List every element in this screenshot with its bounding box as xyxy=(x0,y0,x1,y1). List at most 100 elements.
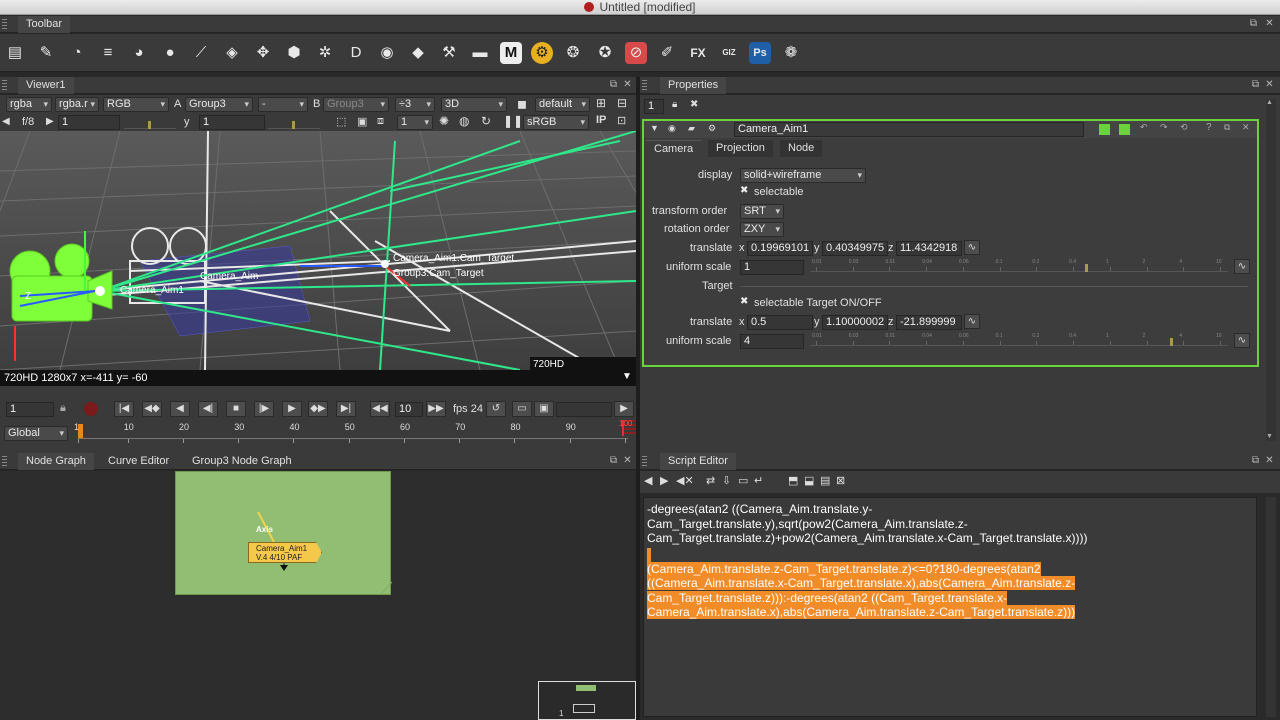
range-input[interactable] xyxy=(556,402,612,417)
gear-icon[interactable]: ❁ xyxy=(780,42,802,64)
selectable-checkbox[interactable]: ✖ xyxy=(740,185,748,196)
next-frame-button[interactable]: ▶ xyxy=(282,401,302,417)
prev-script-icon[interactable]: ◀ xyxy=(644,474,652,487)
help-icon[interactable]: ? xyxy=(1206,122,1212,133)
3d-icon[interactable]: ⬢ xyxy=(283,42,305,64)
camera-aim-node[interactable]: Camera_Aim1 V.4 4/10 PAF xyxy=(248,542,322,563)
float-panel-icon[interactable]: ⧉ xyxy=(1224,122,1230,133)
save-script-icon[interactable]: ▭ xyxy=(738,474,748,487)
record-icon[interactable] xyxy=(84,402,98,416)
info-toggle-icon[interactable]: ▼ xyxy=(622,371,632,382)
channels-select[interactable]: rgba xyxy=(6,97,52,112)
node-name-input[interactable]: Camera_Aim1 xyxy=(734,122,1084,137)
scroll-down-icon[interactable]: ▼ xyxy=(1266,433,1276,441)
viewer-range-button[interactable]: ▣ xyxy=(534,401,554,417)
wipe-icon[interactable]: ⊡ xyxy=(617,114,633,127)
roi-icon[interactable]: ⬚ xyxy=(336,115,350,128)
disable-icon[interactable]: ⊘ xyxy=(625,42,647,64)
tab-curve-editor[interactable]: Curve Editor xyxy=(100,453,177,470)
brush-icon[interactable]: ✐ xyxy=(656,42,678,64)
clip-icon[interactable]: ▣ xyxy=(357,115,371,128)
color-icon[interactable]: ◕ xyxy=(128,42,150,64)
fstop-next-icon[interactable]: ▶ xyxy=(46,116,56,127)
play-forward-button[interactable]: |▶ xyxy=(254,401,274,417)
clear-properties-icon[interactable]: ✖ xyxy=(690,99,698,110)
translate-y-input[interactable]: 0.40349975 xyxy=(822,241,888,256)
source-script-icon[interactable]: ⇄ xyxy=(706,474,715,487)
next-button[interactable]: ▶ xyxy=(614,401,634,417)
skip-back-button[interactable]: ◀◀ xyxy=(370,401,390,417)
particles-icon[interactable]: ✲ xyxy=(314,42,336,64)
run-script-icon[interactable]: ↵ xyxy=(754,474,763,487)
next-script-icon[interactable]: ▶ xyxy=(660,474,668,487)
tab-projection[interactable]: Projection xyxy=(708,140,773,157)
loop-button[interactable]: ↺ xyxy=(486,401,506,417)
target-y-input[interactable]: 1.10000002 xyxy=(822,315,888,330)
giz-icon[interactable]: GIZ xyxy=(718,42,740,64)
increment-input[interactable]: 10 xyxy=(395,402,423,417)
pane-grip[interactable] xyxy=(2,80,7,91)
merge-icon[interactable]: ◈ xyxy=(221,42,243,64)
transform-order-select[interactable]: SRT xyxy=(740,204,784,219)
target-z-input[interactable]: -21.899999 xyxy=(896,315,962,330)
range-mode-select[interactable]: Global xyxy=(4,426,68,441)
target-scale-slider[interactable]: 0.01 0.03 0.01 0.04 0.06 0.1 0.2 0.4 1 2 4 10 xyxy=(810,332,1228,346)
uniform-scale-input[interactable]: 1 xyxy=(740,260,804,275)
node-graph-minimap[interactable]: 1 xyxy=(538,681,636,720)
node-color-left-swatch[interactable] xyxy=(1099,124,1110,135)
image-icon[interactable]: ▤ xyxy=(4,42,26,64)
close-panel-icon[interactable]: ✕ xyxy=(1242,122,1250,133)
backdrop-node[interactable]: Axis Camera_Aim1 V.4 4/10 PAF xyxy=(175,471,392,595)
properties-scrollbar[interactable]: ▲ ▼ xyxy=(1266,99,1276,441)
frame-count-select[interactable]: 1 xyxy=(397,115,433,130)
ps-icon[interactable]: Ps xyxy=(749,42,771,64)
uniform-scale-slider[interactable]: 0.01 0.03 0.01 0.04 0.06 0.1 0.2 0.4 1 2 4 10 xyxy=(810,258,1228,272)
draw-icon[interactable]: ✎ xyxy=(35,42,57,64)
other-icon[interactable]: ▬ xyxy=(469,42,491,64)
playback-range-button[interactable]: ▭ xyxy=(512,401,532,417)
colorspace-select[interactable]: sRGB xyxy=(523,115,589,130)
stop-button[interactable]: ■ xyxy=(226,401,246,417)
pane-grip[interactable] xyxy=(2,456,7,467)
camera-node-icon[interactable]: ▰ xyxy=(688,123,695,134)
float-pane-icon[interactable]: ⧉ xyxy=(1250,454,1261,468)
clear-output-icon[interactable]: ⊠ xyxy=(836,474,845,487)
grid-icon[interactable]: ⊞ xyxy=(596,96,612,112)
gain-slider[interactable] xyxy=(124,115,176,129)
translate-z-input[interactable]: 11.4342918 xyxy=(896,241,962,256)
undo-icon[interactable]: ↶ xyxy=(1140,122,1148,133)
float-pane-icon[interactable]: ⧉ xyxy=(1250,78,1261,92)
fstop-prev-icon[interactable]: ◀ xyxy=(2,116,18,127)
m-icon[interactable]: M xyxy=(500,42,522,64)
redo-icon[interactable]: ↷ xyxy=(1160,122,1168,133)
tab-script-editor[interactable]: Script Editor xyxy=(660,453,736,470)
pane-grip[interactable] xyxy=(642,80,647,91)
views-icon[interactable]: ◉ xyxy=(376,42,398,64)
pause-viewer-icon[interactable]: ⧈ xyxy=(377,115,391,128)
float-pane-icon[interactable]: ⧉ xyxy=(608,78,619,92)
tab-viewer[interactable]: Viewer1 xyxy=(18,77,74,94)
close-pane-icon[interactable]: ✕ xyxy=(1264,454,1275,468)
proxy-select[interactable]: ÷3 xyxy=(395,97,435,112)
translate-anim-button[interactable]: ∿ xyxy=(964,240,980,255)
input-a-select[interactable]: Group3 xyxy=(185,97,253,112)
pane-grip[interactable] xyxy=(2,19,7,30)
camera-icon[interactable]: ◼ xyxy=(513,97,531,112)
next-keyframe-button[interactable]: ◆▶ xyxy=(308,401,328,417)
gamma-input[interactable]: 1 xyxy=(199,115,265,130)
uniform-scale-anim-button[interactable]: ∿ xyxy=(1234,259,1250,274)
color-picker-icon[interactable]: ◍ xyxy=(459,114,473,128)
viewer-canvas[interactable]: Camera_Aim1.Cam_Target Group3.Cam_Target… xyxy=(0,131,636,370)
camera-select[interactable]: default xyxy=(535,97,590,112)
transform-icon[interactable]: ✥ xyxy=(252,42,274,64)
input-b-select[interactable]: Group3 xyxy=(323,97,389,112)
target-scale-input[interactable]: 4 xyxy=(740,334,804,349)
prev-keyframe-button[interactable]: ◀◆ xyxy=(142,401,162,417)
node-graph-canvas[interactable]: Axis Camera_Aim1 V.4 4/10 PAF 1 xyxy=(0,471,636,720)
last-frame-button[interactable]: ▶| xyxy=(336,401,356,417)
max-panels-input[interactable]: 1 xyxy=(644,99,664,114)
settings-icon[interactable]: ✺ xyxy=(439,114,453,128)
bokeh-icon[interactable]: ❂ xyxy=(562,42,584,64)
lock-icon[interactable]: 🔒︎ xyxy=(60,402,72,415)
tab-toolbar[interactable]: Toolbar xyxy=(18,16,71,33)
